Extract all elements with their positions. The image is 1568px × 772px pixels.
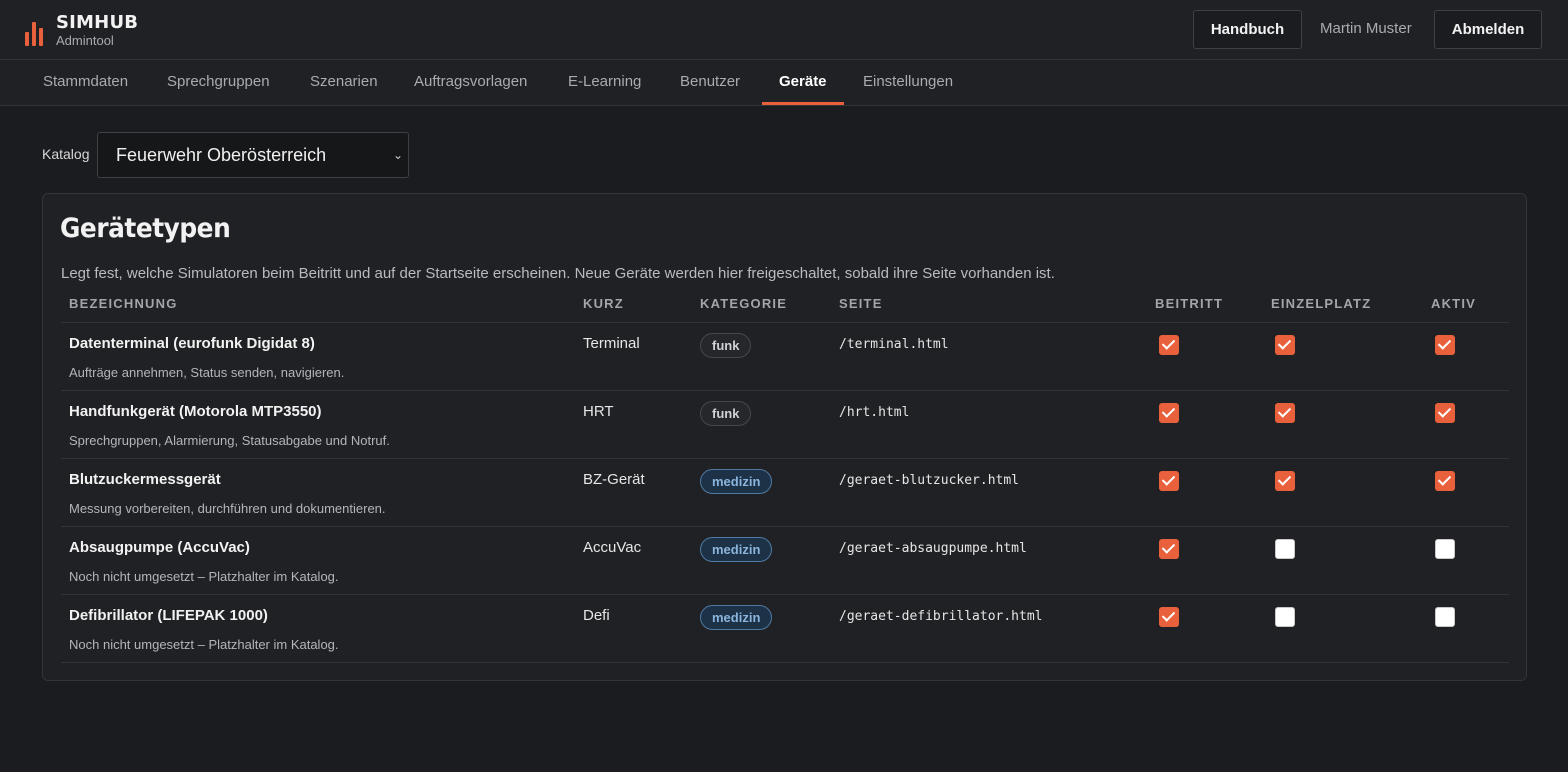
beitritt-checkbox[interactable]: [1159, 539, 1179, 559]
device-name: Defibrillator (LIFEPAK 1000): [69, 607, 268, 624]
bar-chart-icon: [25, 16, 47, 46]
logout-button[interactable]: Abmelden: [1434, 10, 1542, 49]
tab-e-learning[interactable]: E-Learning: [568, 60, 641, 105]
device-short-name: BZ-Gerät: [583, 471, 645, 488]
aktiv-checkbox[interactable]: [1435, 471, 1455, 491]
top-bar: SIMHUB Admintool Handbuch Martin Muster …: [0, 0, 1568, 60]
panel-description: Legt fest, welche Simulatoren beim Beitr…: [61, 265, 1055, 282]
tab-sprechgruppen[interactable]: Sprechgruppen: [167, 60, 270, 105]
chevron-down-icon: ⌄: [392, 148, 403, 162]
einzelplatz-checkbox[interactable]: [1275, 403, 1295, 423]
beitritt-checkbox[interactable]: [1159, 335, 1179, 355]
einzelplatz-checkbox[interactable]: [1275, 335, 1295, 355]
device-types-panel: Gerätetypen Legt fest, welche Simulatore…: [42, 193, 1527, 681]
aktiv-checkbox[interactable]: [1435, 539, 1455, 559]
beitritt-checkbox[interactable]: [1159, 471, 1179, 491]
app-subtitle: Admintool: [56, 33, 114, 48]
panel-title: Gerätetypen: [60, 213, 231, 244]
category-badge: medizin: [700, 537, 773, 562]
aktiv-checkbox[interactable]: [1435, 607, 1455, 627]
device-description: Noch nicht umgesetzt – Platzhalter im Ka…: [69, 637, 339, 652]
main-nav: Stammdaten Sprechgruppen Szenarien Auftr…: [0, 60, 1568, 106]
header-beitritt: BEITRITT: [1155, 296, 1224, 311]
device-name: Datenterminal (eurofunk Digidat 8): [69, 335, 315, 352]
handbuch-button[interactable]: Handbuch: [1193, 10, 1302, 49]
category-badge: funk: [700, 333, 752, 358]
table-header: BEZEICHNUNG KURZ KATEGORIE SEITE BEITRIT…: [61, 286, 1509, 323]
device-description: Noch nicht umgesetzt – Platzhalter im Ka…: [69, 569, 339, 584]
category-badge: funk: [700, 401, 752, 426]
category-badge: medizin: [700, 469, 773, 494]
einzelplatz-checkbox[interactable]: [1275, 471, 1295, 491]
table-row: Handfunkgerät (Motorola MTP3550) Sprechgr…: [61, 391, 1509, 459]
beitritt-checkbox[interactable]: [1159, 607, 1179, 627]
device-description: Messung vorbereiten, durchführen und dok…: [69, 501, 386, 516]
device-description: Sprechgruppen, Alarmierung, Statusabgabe…: [69, 433, 390, 448]
app-name: SIMHUB: [56, 12, 139, 33]
tab-auftragsvorlagen[interactable]: Auftragsvorlagen: [414, 60, 527, 105]
table-row: Defibrillator (LIFEPAK 1000) Noch nicht u…: [61, 595, 1509, 663]
device-page-path: /terminal.html: [839, 337, 949, 352]
table-row: Absaugpumpe (AccuVac) Noch nicht umgesetz…: [61, 527, 1509, 595]
catalog-label: Katalog: [42, 146, 90, 162]
einzelplatz-checkbox[interactable]: [1275, 607, 1295, 627]
aktiv-checkbox[interactable]: [1435, 335, 1455, 355]
device-short-name: AccuVac: [583, 539, 642, 556]
header-bezeichnung: BEZEICHNUNG: [69, 296, 178, 311]
device-page-path: /geraet-blutzucker.html: [839, 473, 1020, 488]
device-name: Blutzuckermessgerät: [69, 471, 221, 488]
header-seite: SEITE: [839, 296, 883, 311]
brand-text: SIMHUB Admintool: [56, 12, 138, 48]
category-badge: medizin: [700, 605, 773, 630]
einzelplatz-checkbox[interactable]: [1275, 539, 1295, 559]
device-types-table: BEZEICHNUNG KURZ KATEGORIE SEITE BEITRIT…: [61, 286, 1509, 663]
catalog-selected-value: Feuerwehr Oberösterreich: [116, 145, 327, 165]
catalog-select[interactable]: Feuerwehr Oberösterreich ⌄: [97, 132, 409, 178]
device-page-path: /geraet-defibrillator.html: [839, 609, 1043, 624]
aktiv-checkbox[interactable]: [1435, 403, 1455, 423]
tab-stammdaten[interactable]: Stammdaten: [43, 60, 128, 105]
device-name: Handfunkgerät (Motorola MTP3550): [69, 403, 322, 420]
device-description: Aufträge annehmen, Status senden, navigi…: [69, 365, 345, 380]
header-kategorie: KATEGORIE: [700, 296, 788, 311]
beitritt-checkbox[interactable]: [1159, 403, 1179, 423]
device-short-name: Terminal: [583, 335, 640, 352]
header-aktiv: AKTIV: [1431, 296, 1476, 311]
tab-einstellungen[interactable]: Einstellungen: [863, 60, 953, 105]
tab-szenarien[interactable]: Szenarien: [310, 60, 378, 105]
brand[interactable]: SIMHUB Admintool: [25, 12, 138, 48]
device-page-path: /hrt.html: [839, 405, 910, 420]
tab-geraete[interactable]: Geräte: [762, 60, 843, 105]
table-row: Datenterminal (eurofunk Digidat 8) Aufträ…: [61, 323, 1509, 391]
device-short-name: HRT: [583, 403, 614, 420]
device-short-name: Defi: [583, 607, 610, 624]
user-name: Martin Muster: [1320, 20, 1412, 37]
header-einzelplatz: EINZELPLATZ: [1271, 296, 1372, 311]
device-page-path: /geraet-absaugpumpe.html: [839, 541, 1027, 556]
tab-benutzer[interactable]: Benutzer: [680, 60, 740, 105]
table-row: Blutzuckermessgerät Messung vorbereiten, …: [61, 459, 1509, 527]
header-kurz: KURZ: [583, 296, 624, 311]
device-name: Absaugpumpe (AccuVac): [69, 539, 250, 556]
